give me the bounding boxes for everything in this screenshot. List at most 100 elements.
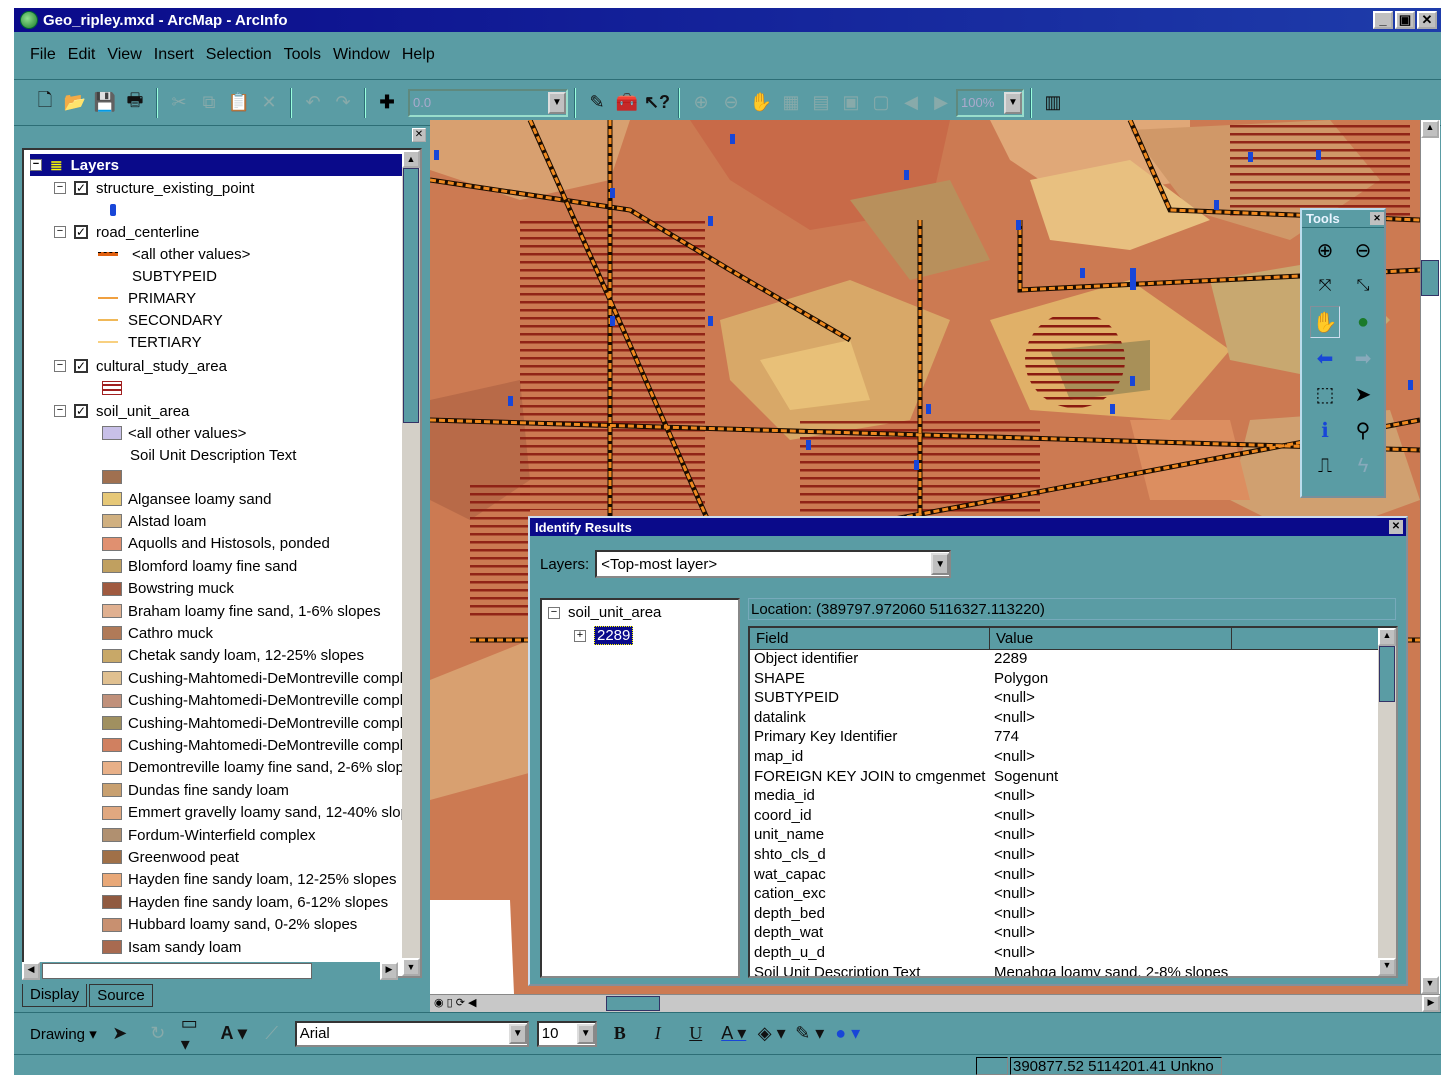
table-row[interactable]: media_id <null> — [750, 787, 1396, 807]
fixed-zoom-in-icon[interactable]: ▣ — [836, 88, 866, 118]
scroll-down-icon[interactable]: ▼ — [1421, 976, 1439, 994]
table-vertical-scrollbar[interactable]: ▲ ▼ — [1378, 628, 1396, 976]
back-arrow-icon[interactable]: ⬅ — [1310, 342, 1340, 374]
table-row[interactable]: SUBTYPEID <null> — [750, 689, 1396, 709]
column-header-value[interactable]: Value — [990, 628, 1232, 649]
scroll-thumb[interactable] — [606, 996, 660, 1011]
visibility-checkbox[interactable]: ✓ — [74, 181, 88, 195]
map-scale-combo[interactable]: 0.0 ▼ — [408, 88, 568, 117]
drawing-menu[interactable]: Drawing ▾ — [30, 1025, 97, 1043]
table-row[interactable]: Soil Unit Description Text Menahga loamy … — [750, 964, 1396, 977]
line-color-icon[interactable]: ✎ ▾ — [795, 1019, 825, 1049]
table-row[interactable]: depth_bed <null> — [750, 905, 1396, 925]
scroll-right-icon[interactable]: ▶ — [1422, 995, 1440, 1012]
scroll-thumb[interactable] — [42, 963, 312, 979]
collapse-icon[interactable]: − — [54, 226, 66, 238]
menu-help[interactable]: Help — [402, 46, 435, 64]
hyperlink-lightning-icon[interactable]: ϟ — [1348, 450, 1378, 482]
toc-root-layers[interactable]: − ≣ Layers — [30, 154, 406, 176]
table-row[interactable]: FOREIGN KEY JOIN to cmgenmet Sogenunt — [750, 768, 1396, 788]
menu-insert[interactable]: Insert — [154, 46, 194, 64]
zoom-out-icon[interactable]: ⊖ — [1348, 234, 1378, 266]
arctoolbox-icon[interactable]: 🧰 — [612, 88, 642, 118]
table-row[interactable]: depth_wat <null> — [750, 924, 1396, 944]
whats-this-help-icon[interactable]: ↖? — [642, 88, 672, 118]
tree-feature-node[interactable]: + 2289 — [574, 626, 634, 645]
view-toggle-icons[interactable]: ◉ ▯ ⟳ ◀ — [434, 996, 477, 1009]
menu-selection[interactable]: Selection — [206, 46, 272, 64]
close-button[interactable]: ✕ — [1417, 11, 1437, 29]
collapse-icon[interactable]: − — [548, 606, 560, 619]
collapse-icon[interactable]: − — [30, 159, 42, 171]
toc-layer-road[interactable]: − ✓ road_centerline — [54, 221, 199, 243]
font-color-icon[interactable]: A ▾ — [719, 1019, 749, 1049]
menu-tools[interactable]: Tools — [284, 46, 321, 64]
scroll-up-icon[interactable]: ▲ — [402, 150, 420, 168]
redo-icon[interactable]: ↷ — [328, 88, 358, 118]
map-vertical-scrollbar[interactable]: ▲ ▼ — [1420, 120, 1440, 994]
tree-layer-node[interactable]: − soil_unit_area — [548, 604, 661, 621]
italic-icon[interactable]: I — [643, 1019, 673, 1049]
toc-layer-soil[interactable]: − ✓ soil_unit_area — [54, 400, 189, 422]
collapse-icon[interactable]: − — [54, 182, 66, 194]
close-icon[interactable]: ✕ — [1389, 520, 1403, 534]
minimize-button[interactable]: _ — [1373, 11, 1393, 29]
forward-arrow-icon[interactable]: ➡ — [1348, 342, 1378, 374]
table-row[interactable]: SHAPE Polygon — [750, 670, 1396, 690]
table-row[interactable]: map_id <null> — [750, 748, 1396, 768]
toggle-draft-mode-icon[interactable]: ▥ — [1038, 88, 1068, 118]
chevron-down-icon[interactable]: ▼ — [1004, 91, 1022, 114]
collapse-icon[interactable]: − — [54, 360, 66, 372]
table-row[interactable]: Object identifier 2289 — [750, 650, 1396, 670]
zoom-in-icon[interactable]: ⊕ — [1310, 234, 1340, 266]
scroll-down-icon[interactable]: ▼ — [1378, 958, 1396, 976]
identify-info-icon[interactable]: ℹ — [1310, 414, 1340, 446]
menu-file[interactable]: File — [30, 46, 56, 64]
layout-zoom-in-icon[interactable]: ⊕ — [686, 88, 716, 118]
full-extent-globe-icon[interactable]: ● — [1348, 306, 1378, 338]
undo-icon[interactable]: ↶ — [298, 88, 328, 118]
scroll-thumb[interactable] — [403, 168, 419, 423]
forward-extent-icon[interactable]: ▶ — [926, 88, 956, 118]
map-horizontal-scrollbar[interactable]: ◉ ▯ ⟳ ◀ ▶ — [430, 994, 1440, 1012]
font-size-select[interactable]: 10 ▼ — [536, 1020, 597, 1047]
bold-icon[interactable]: B — [605, 1019, 635, 1049]
scroll-left-icon[interactable]: ◀ — [22, 962, 40, 980]
chevron-down-icon[interactable]: ▼ — [548, 91, 566, 114]
scroll-down-icon[interactable]: ▼ — [402, 958, 420, 976]
visibility-checkbox[interactable]: ✓ — [74, 404, 88, 418]
layout-zoom-out-icon[interactable]: ⊖ — [716, 88, 746, 118]
menu-window[interactable]: Window — [333, 46, 390, 64]
select-features-icon[interactable]: ⬚ — [1310, 378, 1340, 410]
pan-icon[interactable]: ✋ — [1310, 306, 1340, 338]
toc-layer-structure[interactable]: − ✓ structure_existing_point — [54, 177, 254, 199]
fixed-zoom-out-icon[interactable]: ⤡ — [1348, 270, 1378, 302]
fixed-zoom-in-icon[interactable]: ⤧ — [1310, 270, 1340, 302]
layout-pan-icon[interactable]: ✋ — [746, 88, 776, 118]
expand-icon[interactable]: + — [574, 629, 586, 642]
table-row[interactable]: datalink <null> — [750, 709, 1396, 729]
delete-icon[interactable]: ✕ — [254, 88, 284, 118]
restore-button[interactable]: ▣ — [1395, 11, 1415, 29]
table-row[interactable]: unit_name <null> — [750, 826, 1396, 846]
scroll-right-icon[interactable]: ▶ — [380, 962, 398, 980]
chevron-down-icon[interactable]: ▼ — [576, 1023, 595, 1044]
measure-icon[interactable]: ⎍ — [1310, 450, 1340, 482]
collapse-icon[interactable]: − — [54, 405, 66, 417]
copy-icon[interactable]: ⧉ — [194, 88, 224, 118]
visibility-checkbox[interactable]: ✓ — [74, 225, 88, 239]
edit-vertices-icon[interactable]: ⟋ — [257, 1019, 287, 1049]
fill-color-icon[interactable]: ◈ ▾ — [757, 1019, 787, 1049]
layout-zoom-combo[interactable]: 100% ▼ — [956, 88, 1024, 117]
table-row[interactable]: coord_id <null> — [750, 807, 1396, 827]
marker-color-icon[interactable]: ● ▾ — [833, 1019, 863, 1049]
editor-toolbar-icon[interactable]: ✎ — [582, 88, 612, 118]
tab-display[interactable]: Display — [22, 984, 88, 1007]
new-document-icon[interactable]: 🗋 — [30, 88, 60, 118]
table-row[interactable]: cation_exc <null> — [750, 885, 1396, 905]
scroll-up-icon[interactable]: ▲ — [1378, 628, 1396, 646]
column-header-field[interactable]: Field — [750, 628, 990, 649]
table-row[interactable]: shto_cls_d <null> — [750, 846, 1396, 866]
table-row[interactable]: wat_capac <null> — [750, 866, 1396, 886]
toc-vertical-scrollbar[interactable]: ▲ ▼ — [402, 150, 420, 976]
